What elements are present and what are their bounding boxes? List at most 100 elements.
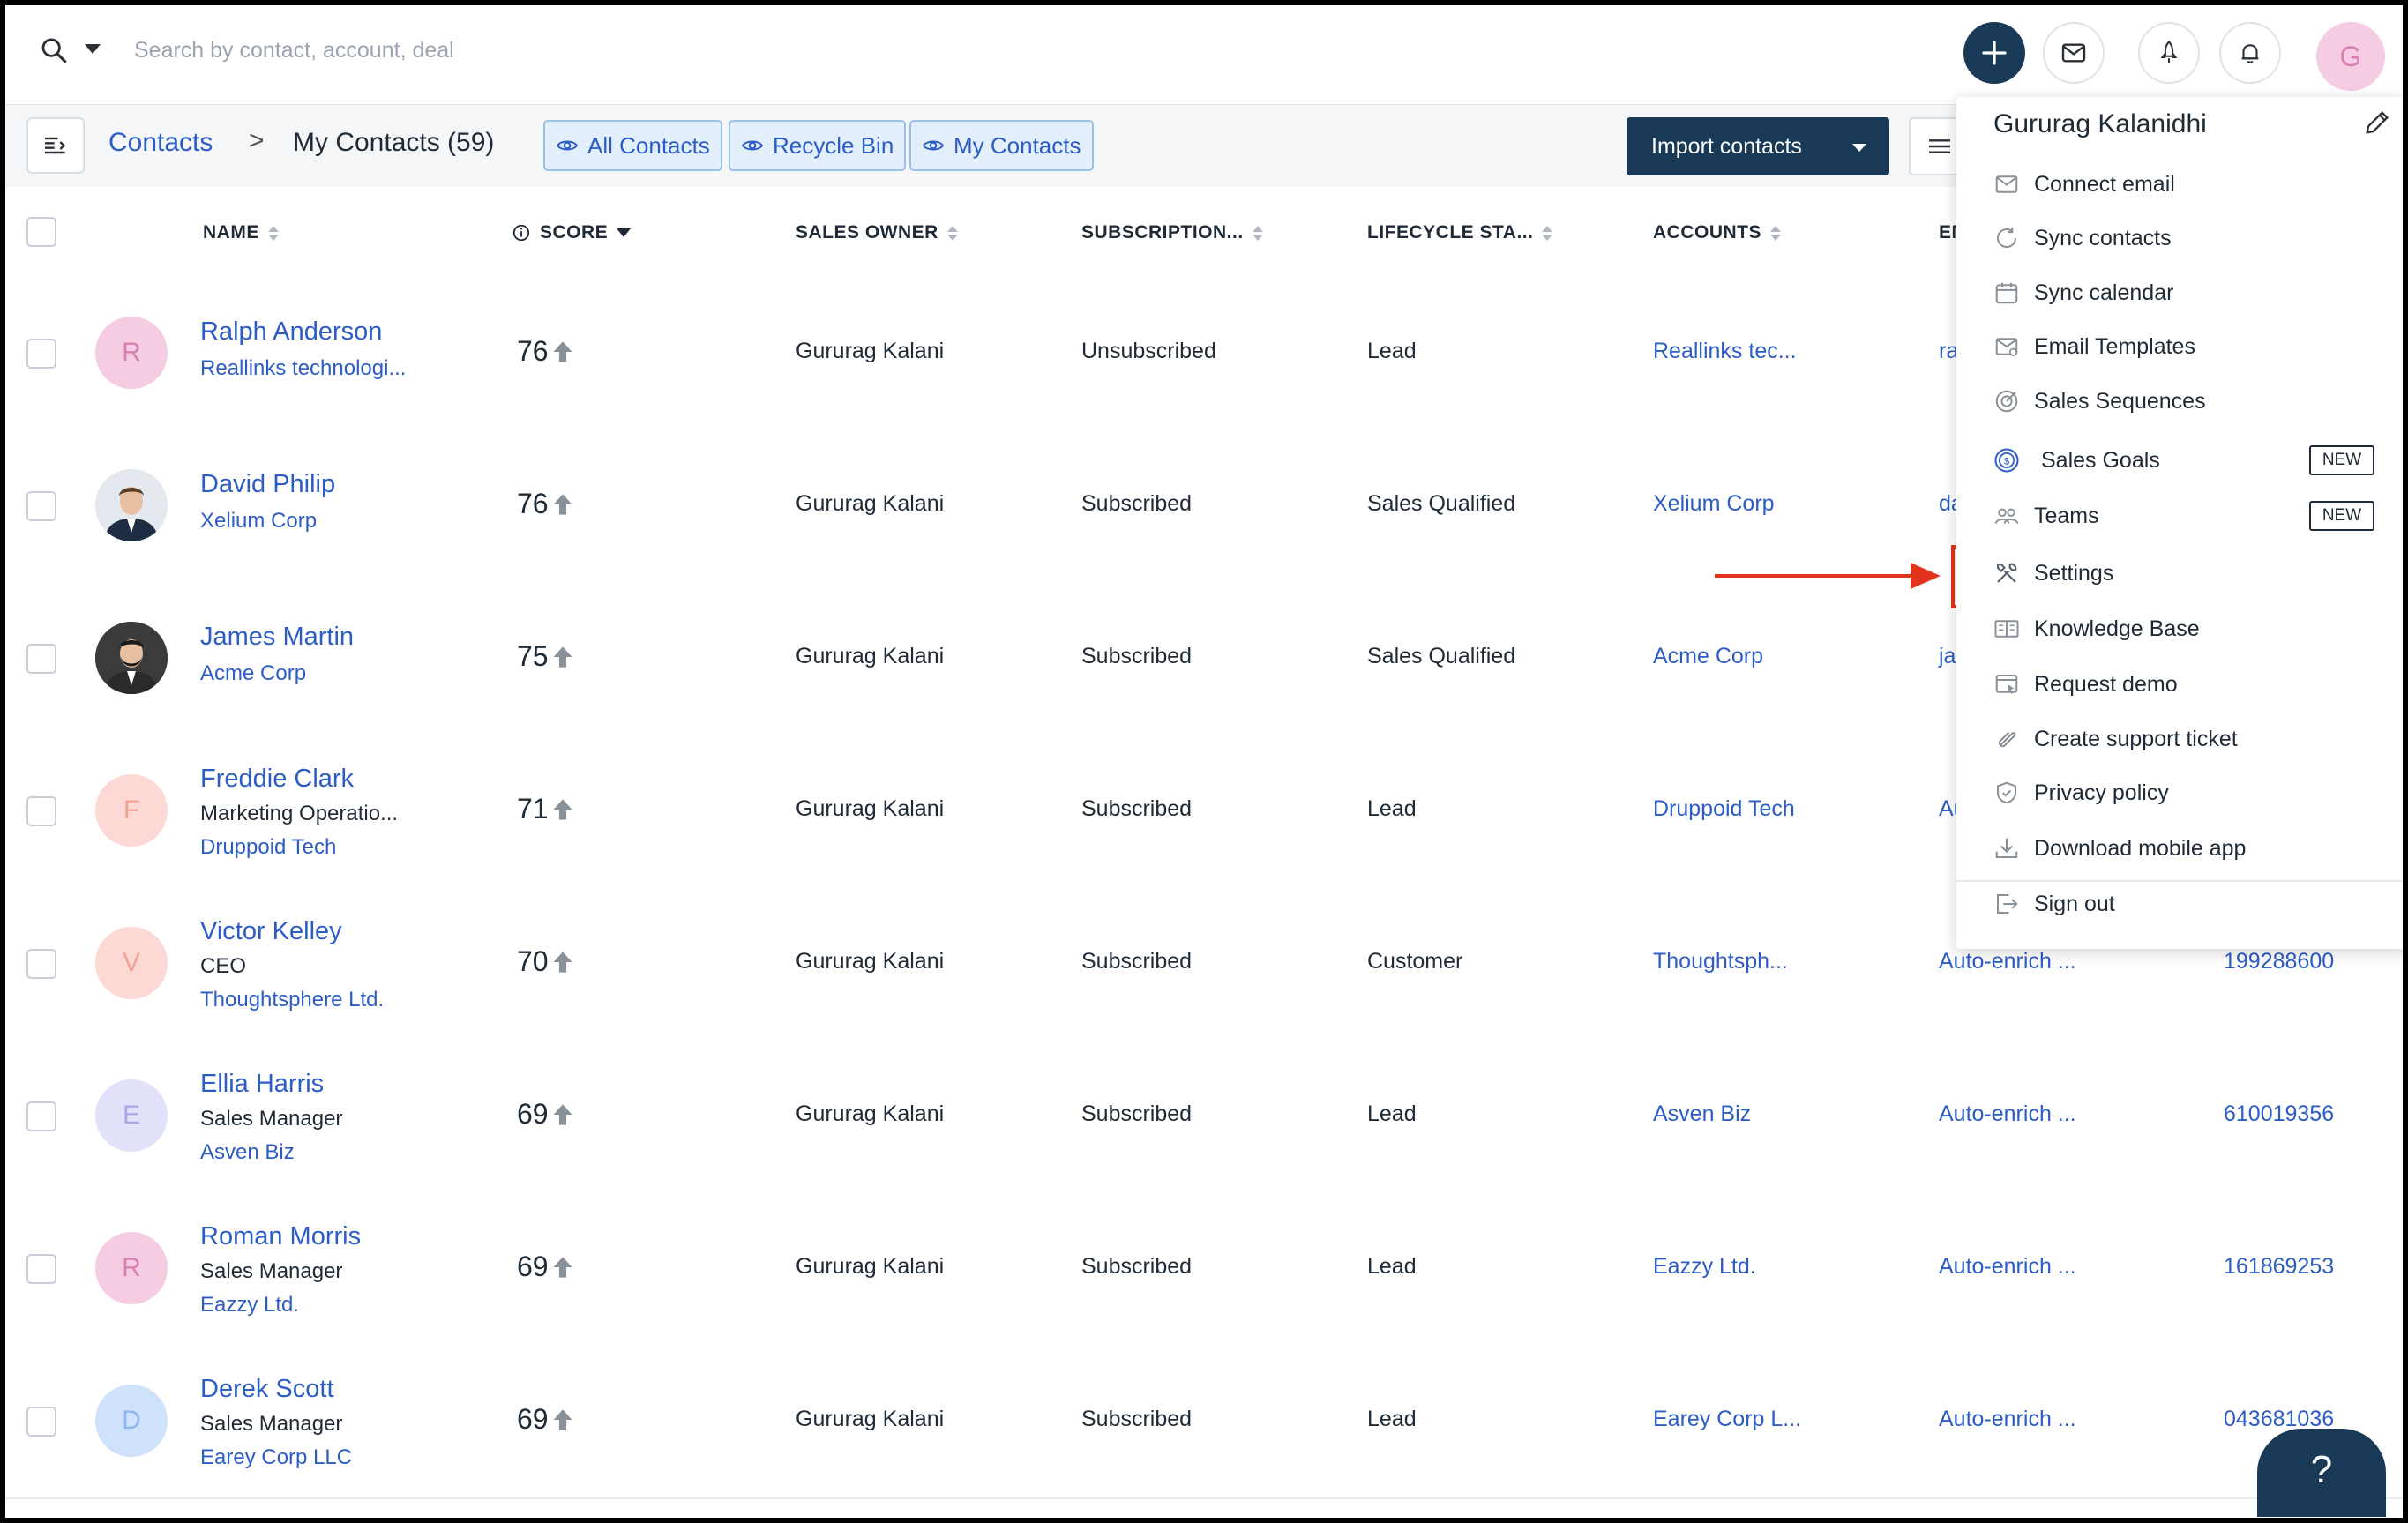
email-cell-link[interactable]: Auto-enrich ... xyxy=(1939,1101,2076,1127)
row-checkbox[interactable] xyxy=(26,1407,56,1437)
search-scope-dropdown-icon[interactable] xyxy=(85,44,101,54)
row-checkbox[interactable] xyxy=(26,491,56,521)
sort-icon[interactable] xyxy=(946,225,958,241)
sort-icon[interactable] xyxy=(1770,225,1781,241)
email-cell-link[interactable]: ja xyxy=(1939,644,1956,669)
table-row[interactable]: D Derek Scott Sales Manager Earey Corp LLC 6… xyxy=(0,1345,2408,1499)
menu-item-request-demo[interactable]: Request demo xyxy=(1956,659,2408,710)
contact-name-link[interactable]: James Martin xyxy=(200,623,354,652)
table-row[interactable]: R Roman Morris Sales Manager Eazzy Ltd. 69 Gu… xyxy=(0,1192,2408,1347)
menu-item-sales-sequences[interactable]: Sales Sequences xyxy=(1956,376,2408,427)
email-cell-link[interactable]: Auto-enrich ... xyxy=(1939,949,2076,974)
contact-name-link[interactable]: Roman Morris xyxy=(200,1222,361,1251)
view-chip-my-contacts[interactable]: My Contacts xyxy=(909,120,1094,171)
account-link[interactable]: Acme Corp xyxy=(1653,644,1763,669)
mail-button[interactable] xyxy=(2043,22,2105,84)
lifecycle-stage-cell: Sales Qualified xyxy=(1367,644,1516,668)
menu-item-knowledge-base[interactable]: Knowledge Base xyxy=(1956,603,2408,654)
column-header-name[interactable]: NAME xyxy=(203,222,279,243)
contact-name-link[interactable]: Derek Scott xyxy=(200,1375,334,1404)
contact-company-link[interactable]: Earey Corp LLC xyxy=(200,1445,352,1470)
account-link[interactable]: Xelium Corp xyxy=(1653,491,1775,517)
chevron-down-icon[interactable] xyxy=(1852,144,1866,152)
contact-company-link[interactable]: Acme Corp xyxy=(200,661,306,686)
row-checkbox[interactable] xyxy=(26,796,56,826)
row-checkbox[interactable] xyxy=(26,949,56,979)
lifecycle-stage-cell: Lead xyxy=(1367,1254,1417,1279)
table-row[interactable]: E Ellia Harris Sales Manager Asven Biz 69 Gur… xyxy=(0,1040,2408,1194)
account-link[interactable]: Eazzy Ltd. xyxy=(1653,1254,1756,1280)
subscription-status-cell: Subscribed xyxy=(1081,796,1193,821)
column-header-score[interactable]: SCORE xyxy=(512,222,632,243)
sort-icon[interactable] xyxy=(1542,225,1553,241)
sidebar-toggle-button[interactable] xyxy=(26,117,85,174)
contact-company-link[interactable]: Thoughtsphere Ltd. xyxy=(200,988,384,1012)
score-value: 76 xyxy=(517,335,549,367)
sort-icon[interactable] xyxy=(1252,225,1263,241)
add-button[interactable] xyxy=(1963,22,2025,84)
view-chip-all-contacts[interactable]: All Contacts xyxy=(543,120,722,171)
phone-cell-link[interactable]: 161869253 xyxy=(2224,1254,2334,1280)
menu-item-settings[interactable]: Settings xyxy=(1956,548,2408,599)
sales-owner-cell: Gururag Kalani xyxy=(796,491,945,516)
breadcrumb-contacts-link[interactable]: Contacts xyxy=(108,128,213,158)
contact-name-link[interactable]: Ralph Anderson xyxy=(200,317,382,347)
filter-sliders-icon xyxy=(1929,139,1950,153)
select-all-checkbox[interactable] xyxy=(26,217,56,247)
email-cell-link[interactable]: Auto-enrich ... xyxy=(1939,1254,2076,1280)
lifecycle-stage-cell: Lead xyxy=(1367,1101,1417,1126)
sales-owner-cell: Gururag Kalani xyxy=(796,1101,945,1126)
contact-score: 75 xyxy=(517,640,575,673)
sort-descending-icon[interactable] xyxy=(617,228,632,237)
row-checkbox[interactable] xyxy=(26,1254,56,1284)
menu-item-download-mobile-app[interactable]: Download mobile app xyxy=(1956,823,2408,874)
menu-item-sync-calendar[interactable]: Sync calendar xyxy=(1956,267,2408,318)
contact-name-link[interactable]: Ellia Harris xyxy=(200,1070,324,1099)
row-checkbox[interactable] xyxy=(26,339,56,369)
user-avatar[interactable]: G xyxy=(2316,22,2385,91)
breadcrumb-current-view: My Contacts (59) xyxy=(293,128,495,157)
account-link[interactable]: Thoughtsph... xyxy=(1653,949,1788,974)
account-link[interactable]: Reallinks tec... xyxy=(1653,339,1797,364)
account-link[interactable]: Druppoid Tech xyxy=(1653,796,1795,822)
contact-company-link[interactable]: Druppoid Tech xyxy=(200,835,336,860)
search-icon[interactable] xyxy=(39,35,69,65)
contact-company-link[interactable]: Reallinks technologi... xyxy=(200,356,406,381)
breadcrumb-separator: > xyxy=(249,126,265,155)
phone-cell-link[interactable]: 199288600 xyxy=(2224,949,2334,974)
menu-item-privacy-policy[interactable]: Privacy policy xyxy=(1956,767,2408,818)
column-header-subscription[interactable]: SUBSCRIPTION... xyxy=(1081,222,1263,243)
help-button[interactable]: ? xyxy=(2257,1429,2386,1517)
email-cell-link[interactable]: ra xyxy=(1939,339,1958,364)
search-input[interactable] xyxy=(132,30,930,71)
contact-company-link[interactable]: Eazzy Ltd. xyxy=(200,1293,299,1318)
column-header-accounts[interactable]: ACCOUNTS xyxy=(1653,222,1781,243)
import-contacts-button[interactable]: Import contacts xyxy=(1627,117,1889,175)
phone-cell-link[interactable]: 610019356 xyxy=(2224,1101,2334,1127)
view-chip-recycle-bin[interactable]: Recycle Bin xyxy=(729,120,907,171)
account-link[interactable]: Asven Biz xyxy=(1653,1101,1751,1127)
contact-name-link[interactable]: Victor Kelley xyxy=(200,917,342,946)
menu-item-sync-contacts[interactable]: Sync contacts xyxy=(1956,213,2408,264)
rocket-icon xyxy=(2160,41,2178,63)
contact-company-link[interactable]: Asven Biz xyxy=(200,1140,295,1165)
contact-job-title: CEO xyxy=(200,954,247,978)
edit-pencil-icon[interactable] xyxy=(2362,108,2392,138)
notifications-button[interactable] xyxy=(2219,22,2281,84)
contact-company-link[interactable]: Xelium Corp xyxy=(200,509,317,534)
column-header-lifecycle-stage[interactable]: LIFECYCLE STA... xyxy=(1367,222,1553,243)
menu-item-email-templates[interactable]: Email Templates xyxy=(1956,321,2408,372)
menu-item-connect-email[interactable]: Connect email xyxy=(1956,159,2408,210)
menu-item-sign-out[interactable]: Sign out xyxy=(1956,878,2408,929)
bell-icon xyxy=(2241,44,2259,63)
row-checkbox[interactable] xyxy=(26,1101,56,1131)
menu-item-create-support-ticket[interactable]: Create support ticket xyxy=(1956,713,2408,765)
column-header-sales-owner[interactable]: SALES OWNER xyxy=(796,222,958,243)
account-link[interactable]: Earey Corp L... xyxy=(1653,1407,1801,1432)
contact-name-link[interactable]: David Philip xyxy=(200,470,335,499)
sort-icon[interactable] xyxy=(267,225,279,241)
contact-name-link[interactable]: Freddie Clark xyxy=(200,765,354,794)
rocket-button[interactable] xyxy=(2138,22,2200,84)
email-cell-link[interactable]: Auto-enrich ... xyxy=(1939,1407,2076,1432)
row-checkbox[interactable] xyxy=(26,644,56,674)
